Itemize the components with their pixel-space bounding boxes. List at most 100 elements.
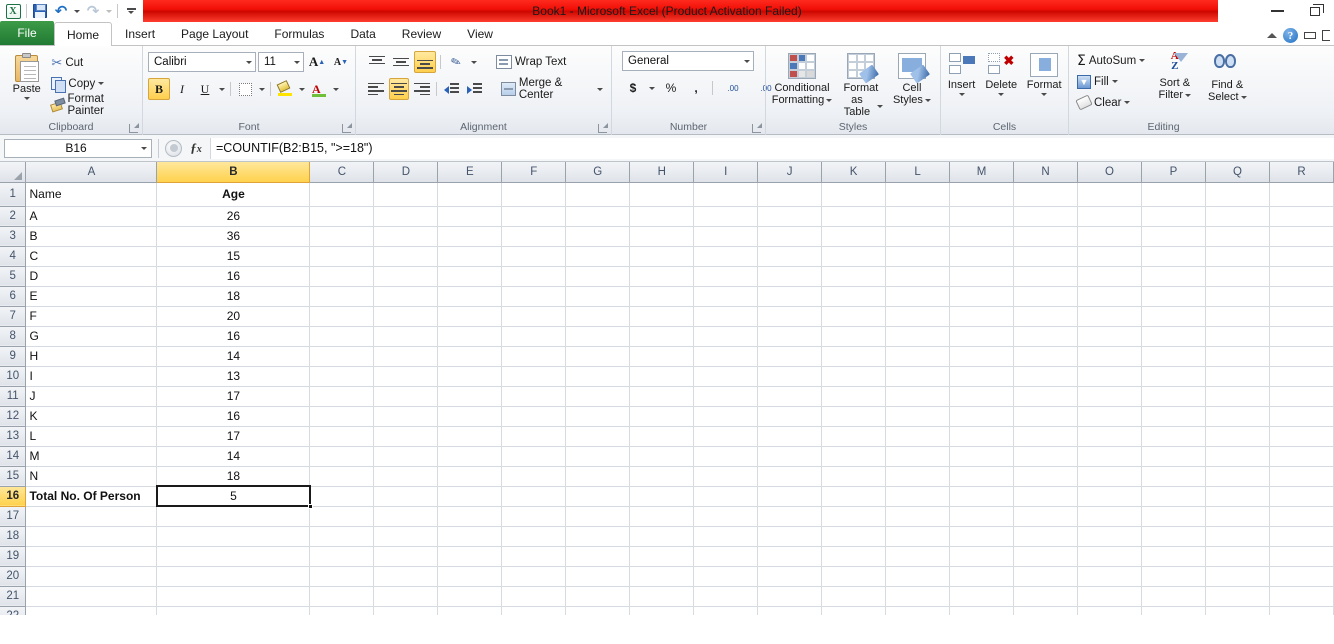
cell-K14[interactable] xyxy=(821,446,887,467)
cell-I15[interactable] xyxy=(693,466,759,487)
cell-J17[interactable] xyxy=(757,506,823,527)
align-middle-button[interactable] xyxy=(390,51,412,73)
cell-F7[interactable] xyxy=(501,306,567,327)
cell-F20[interactable] xyxy=(501,566,567,587)
delete-cells-button[interactable]: ✖ Delete xyxy=(981,51,1021,98)
cell-H22[interactable] xyxy=(629,606,695,615)
cell-D14[interactable] xyxy=(373,446,439,467)
cell-C20[interactable] xyxy=(309,566,375,587)
cell-Q11[interactable] xyxy=(1205,386,1270,407)
cell-G15[interactable] xyxy=(565,466,631,487)
fill-color-dropdown[interactable] xyxy=(297,78,307,100)
cell-Q20[interactable] xyxy=(1205,566,1270,587)
column-header-b[interactable]: B xyxy=(156,162,311,183)
cell-M16[interactable] xyxy=(949,486,1015,507)
cell-E13[interactable] xyxy=(437,426,503,447)
cell-Q8[interactable] xyxy=(1205,326,1270,347)
cell-F15[interactable] xyxy=(501,466,567,487)
align-right-button[interactable] xyxy=(411,78,432,100)
orientation-dropdown[interactable] xyxy=(469,51,479,73)
cell-K5[interactable] xyxy=(821,266,887,287)
cell-J19[interactable] xyxy=(757,546,823,567)
cell-H20[interactable] xyxy=(629,566,695,587)
cell-A11[interactable]: J xyxy=(25,386,158,407)
cell-C14[interactable] xyxy=(309,446,375,467)
cell-G13[interactable] xyxy=(565,426,631,447)
cell-Q17[interactable] xyxy=(1205,506,1270,527)
cell-P5[interactable] xyxy=(1141,266,1206,287)
cell-P6[interactable] xyxy=(1141,286,1206,307)
cell-P21[interactable] xyxy=(1141,586,1206,607)
cell-N21[interactable] xyxy=(1013,586,1079,607)
decrease-indent-button[interactable] xyxy=(441,78,462,100)
cell-C4[interactable] xyxy=(309,246,375,267)
cell-A1[interactable]: Name xyxy=(25,182,158,207)
cell-C10[interactable] xyxy=(309,366,375,387)
currency-dropdown[interactable] xyxy=(647,77,657,99)
merge-center-button[interactable]: Merge & Center xyxy=(498,77,606,101)
cell-L7[interactable] xyxy=(885,306,951,327)
restore-button[interactable] xyxy=(1296,0,1334,22)
cell-B12[interactable]: 16 xyxy=(156,406,311,427)
cell-J11[interactable] xyxy=(757,386,823,407)
cell-Q12[interactable] xyxy=(1205,406,1270,427)
cell-F1[interactable] xyxy=(501,182,567,207)
cell-J8[interactable] xyxy=(757,326,823,347)
cell-L10[interactable] xyxy=(885,366,951,387)
cell-M17[interactable] xyxy=(949,506,1015,527)
cell-P10[interactable] xyxy=(1141,366,1206,387)
cell-R11[interactable] xyxy=(1269,386,1334,407)
cell-I19[interactable] xyxy=(693,546,759,567)
cell-Q7[interactable] xyxy=(1205,306,1270,327)
cell-Q10[interactable] xyxy=(1205,366,1270,387)
cell-D5[interactable] xyxy=(373,266,439,287)
cell-N12[interactable] xyxy=(1013,406,1079,427)
copy-button[interactable]: Copy xyxy=(48,73,137,94)
cell-P11[interactable] xyxy=(1141,386,1206,407)
cell-D12[interactable] xyxy=(373,406,439,427)
tab-review[interactable]: Review xyxy=(389,22,454,45)
cell-H13[interactable] xyxy=(629,426,695,447)
cell-K7[interactable] xyxy=(821,306,887,327)
cell-O21[interactable] xyxy=(1077,586,1142,607)
cell-M5[interactable] xyxy=(949,266,1015,287)
cell-A14[interactable]: M xyxy=(25,446,158,467)
cell-B21[interactable] xyxy=(156,586,311,607)
cell-M19[interactable] xyxy=(949,546,1015,567)
cell-K21[interactable] xyxy=(821,586,887,607)
cell-R18[interactable] xyxy=(1269,526,1334,547)
cell-C12[interactable] xyxy=(309,406,375,427)
tab-file[interactable]: File xyxy=(0,21,54,45)
cell-G6[interactable] xyxy=(565,286,631,307)
cell-M2[interactable] xyxy=(949,206,1015,227)
cell-R21[interactable] xyxy=(1269,586,1334,607)
cell-M10[interactable] xyxy=(949,366,1015,387)
row-header-6[interactable]: 6 xyxy=(0,286,27,307)
underline-dropdown[interactable] xyxy=(217,78,227,100)
cell-J16[interactable] xyxy=(757,486,823,507)
cell-D21[interactable] xyxy=(373,586,439,607)
cell-I11[interactable] xyxy=(693,386,759,407)
cell-D15[interactable] xyxy=(373,466,439,487)
cell-K10[interactable] xyxy=(821,366,887,387)
cell-H19[interactable] xyxy=(629,546,695,567)
formula-bar-toggle-icon[interactable] xyxy=(165,139,182,157)
tab-data[interactable]: Data xyxy=(337,22,388,45)
cell-N3[interactable] xyxy=(1013,226,1079,247)
cell-K4[interactable] xyxy=(821,246,887,267)
cell-J14[interactable] xyxy=(757,446,823,467)
cell-J12[interactable] xyxy=(757,406,823,427)
cell-E14[interactable] xyxy=(437,446,503,467)
cell-A3[interactable]: B xyxy=(25,226,158,247)
cell-L15[interactable] xyxy=(885,466,951,487)
cell-N9[interactable] xyxy=(1013,346,1079,367)
cell-J7[interactable] xyxy=(757,306,823,327)
cell-M14[interactable] xyxy=(949,446,1015,467)
cell-E12[interactable] xyxy=(437,406,503,427)
cell-F11[interactable] xyxy=(501,386,567,407)
cell-F22[interactable] xyxy=(501,606,567,615)
cell-R22[interactable] xyxy=(1269,606,1334,615)
cell-N1[interactable] xyxy=(1013,182,1079,207)
row-header-21[interactable]: 21 xyxy=(0,586,27,607)
cell-G7[interactable] xyxy=(565,306,631,327)
